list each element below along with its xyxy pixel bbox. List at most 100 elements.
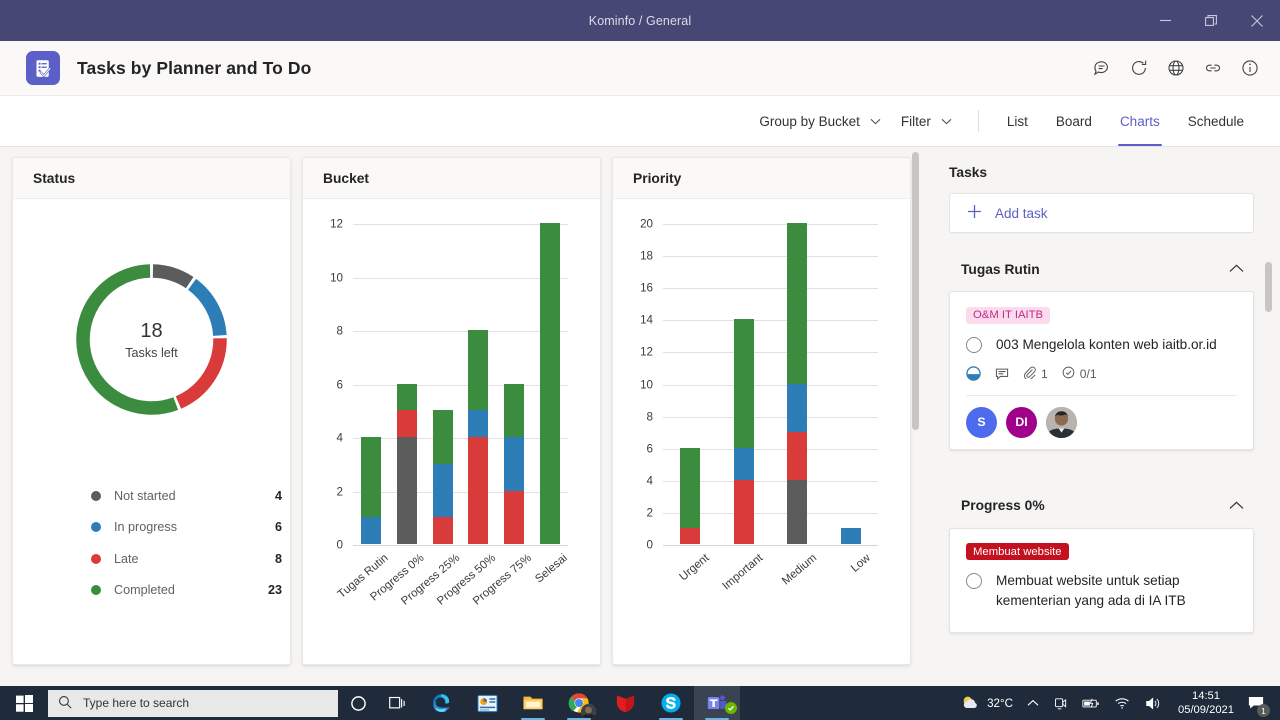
chart-gridline	[353, 384, 568, 386]
bucket-card-title: Bucket	[303, 158, 600, 199]
status-donut-chart: 18 Tasks left	[73, 261, 230, 418]
y-axis-tick: 18	[640, 249, 653, 263]
task-view-icon[interactable]	[378, 686, 418, 720]
header-icon-group	[1091, 58, 1260, 79]
battery-icon[interactable]	[1075, 686, 1107, 720]
y-axis-tick: 10	[640, 378, 653, 391]
priority-bar-chart: 0 2 4 6 8 10 12 14 16 18 20 Urgent Important Medium Lo…	[613, 199, 910, 664]
start-button[interactable]	[0, 686, 48, 720]
task-complete-checkbox[interactable]	[966, 336, 982, 353]
charts-vertical-scrollbar[interactable]	[912, 152, 919, 430]
volume-icon[interactable]	[1138, 686, 1169, 720]
group-by-label: Group by Bucket	[759, 113, 860, 129]
notification-center-button[interactable]: 1	[1243, 686, 1274, 720]
cortana-icon[interactable]	[338, 686, 378, 720]
y-axis-tick: 0	[336, 538, 343, 552]
avatar[interactable]: DI	[1006, 406, 1037, 438]
taskbar-app-google-chrome[interactable]	[556, 686, 602, 720]
chart-gridline	[353, 491, 568, 493]
chat-icon[interactable]	[1091, 58, 1112, 79]
tab-list[interactable]: List	[993, 96, 1042, 146]
bucket-group-header-tugas-rutin[interactable]: Tugas Rutin	[961, 260, 1254, 278]
tasks-left-label: Tasks left	[125, 345, 178, 360]
tab-charts[interactable]: Charts	[1106, 96, 1174, 146]
bar-column[interactable]	[540, 223, 561, 544]
y-axis-tick: 2	[646, 506, 653, 520]
taskbar-app-dashboard[interactable]	[464, 686, 510, 720]
bucket-group-header-progress-0[interactable]: Progress 0%	[961, 497, 1254, 515]
taskbar-clock[interactable]: 14:51 05/09/2021	[1169, 686, 1243, 720]
bar-column[interactable]	[787, 223, 808, 544]
taskbar-app-mcafee[interactable]	[602, 686, 648, 720]
bar-column[interactable]	[468, 223, 489, 544]
minimize-button[interactable]	[1142, 0, 1188, 41]
bucket-group-name: Tugas Rutin	[961, 261, 1040, 277]
bucket-card-body: 0 2 4 6 8 10 12 Tugas Rutin Progress 0% Progress …	[303, 199, 600, 664]
status-card-title: Status	[13, 158, 290, 199]
y-axis-tick: 10	[330, 271, 343, 284]
webcam-icon[interactable]	[1046, 686, 1075, 720]
info-icon[interactable]	[1239, 58, 1260, 79]
window-title: Kominfo / General	[588, 13, 692, 28]
avatar-photo[interactable]	[1046, 406, 1077, 438]
bar-column[interactable]	[841, 223, 862, 544]
task-complete-checkbox[interactable]	[966, 573, 982, 590]
group-by-dropdown[interactable]: Group by Bucket	[749, 108, 891, 135]
taskbar-search[interactable]: Type here to search	[48, 689, 338, 717]
search-icon	[58, 695, 72, 712]
taskbar-app-skype[interactable]	[648, 686, 694, 720]
add-task-label: Add task	[995, 205, 1048, 221]
bar-segment	[679, 527, 700, 544]
taskbar-app-file-explorer[interactable]	[510, 686, 556, 720]
filter-label: Filter	[900, 113, 931, 129]
bar-segment	[504, 383, 525, 437]
task-card[interactable]: O&M IT IAITB 003 Mengelola konten web ia…	[949, 291, 1254, 450]
bucket-bar-chart: 0 2 4 6 8 10 12 Tugas Rutin Progress 0% Progress …	[303, 199, 600, 664]
tab-schedule[interactable]: Schedule	[1174, 96, 1258, 146]
taskbar-app-microsoft-edge[interactable]	[418, 686, 464, 720]
wifi-icon[interactable]	[1107, 686, 1138, 720]
filter-dropdown[interactable]: Filter	[891, 108, 962, 135]
chevron-down-icon	[941, 118, 952, 125]
restore-button[interactable]	[1188, 0, 1234, 41]
legend-value: 6	[274, 520, 282, 535]
close-button[interactable]	[1234, 0, 1280, 41]
status-card-body: 18 Tasks left Not started 4 In progress 6 La…	[13, 199, 290, 664]
system-tray: 32°C 14:51 05/09/2021 1	[953, 686, 1280, 720]
bar-segment	[432, 463, 453, 518]
progress-icon	[966, 366, 981, 382]
refresh-icon[interactable]	[1128, 58, 1149, 79]
legend-row: In progress 6	[91, 512, 290, 544]
avatar[interactable]: S	[966, 406, 997, 438]
add-task-button[interactable]: Add task	[949, 193, 1254, 233]
show-hidden-icons-chevron[interactable]	[1020, 686, 1046, 720]
bar-column[interactable]	[396, 223, 417, 544]
link-icon[interactable]	[1202, 58, 1223, 79]
globe-icon[interactable]	[1165, 58, 1186, 79]
bar-column[interactable]	[504, 223, 525, 544]
bar-column[interactable]	[432, 223, 453, 544]
chevron-up-icon[interactable]	[1229, 260, 1244, 278]
y-axis-tick: 12	[640, 345, 653, 359]
tasks-vertical-scrollbar[interactable]	[1265, 262, 1272, 312]
bar-column[interactable]	[679, 223, 700, 544]
bar-segment	[396, 437, 417, 544]
task-card[interactable]: Membuat website Membuat website untuk se…	[949, 527, 1254, 633]
tab-board[interactable]: Board	[1042, 96, 1106, 146]
bar-column[interactable]	[733, 223, 754, 544]
weather-widget[interactable]: 32°C	[953, 686, 1020, 720]
chevron-up-icon[interactable]	[1229, 497, 1244, 515]
priority-card-title: Priority	[613, 158, 910, 199]
y-axis-tick: 0	[646, 538, 653, 552]
taskbar-app-microsoft-teams[interactable]	[694, 686, 740, 720]
legend-row: Late 8	[91, 543, 290, 575]
bar-segment	[360, 517, 381, 544]
planner-app-icon	[26, 51, 60, 85]
bar-segment	[468, 437, 489, 544]
window-titlebar: Kominfo / General	[0, 0, 1280, 41]
bar-column[interactable]	[360, 223, 381, 544]
charts-scroll-region[interactable]: Status 18 Tasks left Not started 4 In prog…	[0, 147, 933, 686]
chart-gridline	[353, 224, 568, 225]
task-title: 003 Mengelola konten web iaitb.or.id	[996, 336, 1217, 352]
clock-date: 05/09/2021	[1178, 704, 1234, 716]
